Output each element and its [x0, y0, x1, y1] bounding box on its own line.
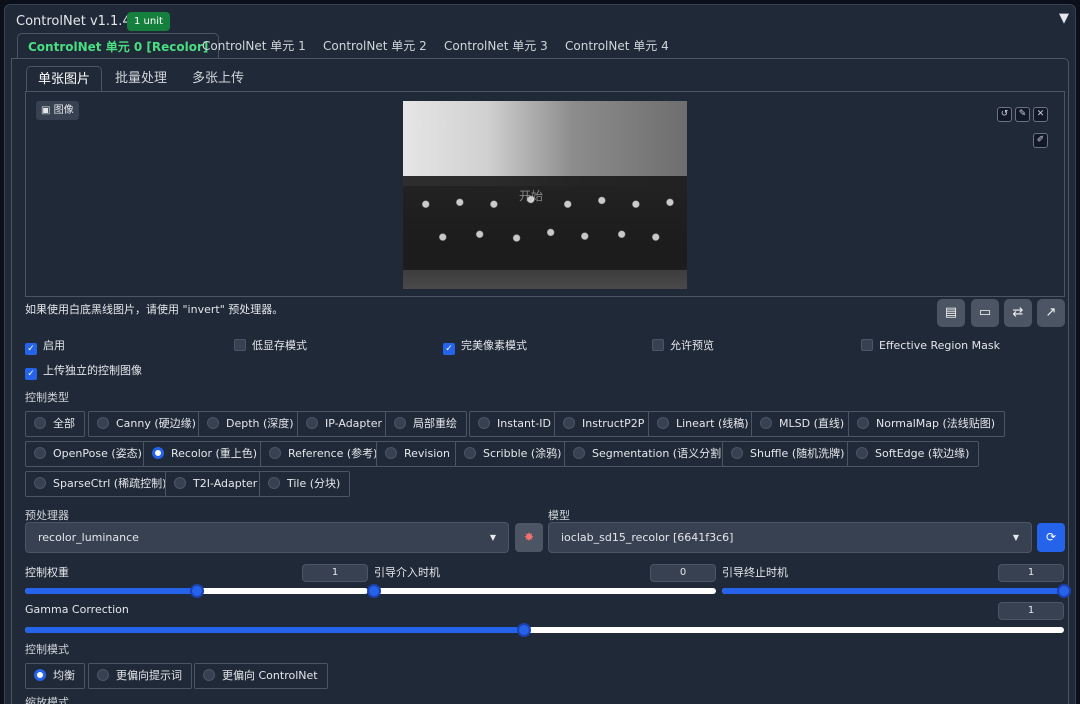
end-input[interactable]: 1 [998, 564, 1064, 582]
control-type-option[interactable]: Tile (分块) [259, 471, 351, 497]
start-slider[interactable] [367, 584, 716, 598]
weight-slider[interactable] [25, 584, 368, 598]
tab-unit-3[interactable]: ControlNet 单元 3 [444, 33, 548, 59]
swap-icon[interactable]: ⇄ [1004, 299, 1032, 327]
pixel-perfect-checkbox[interactable]: ✓ 完美像素模式 [443, 339, 527, 355]
control-type-label: 控制类型 [25, 391, 69, 404]
lowvram-checkbox[interactable]: 低显存模式 [234, 339, 307, 353]
weight-slider-thumb[interactable] [189, 584, 204, 598]
weight-label: 控制权重 [25, 566, 69, 579]
run-preprocessor-icon[interactable]: ✸ [515, 523, 543, 552]
end-slider-fill [722, 588, 1064, 594]
control-type-option-selected[interactable]: Recolor (重上色) [143, 441, 268, 467]
control-type-option[interactable]: Reference (参考) [260, 441, 388, 467]
end-slider-thumb[interactable] [1057, 584, 1071, 598]
document-icon[interactable]: ▤ [937, 299, 965, 327]
control-type-option[interactable]: Canny (硬边缘) [88, 411, 206, 437]
image-label: ▣ 图像 [36, 101, 79, 120]
image-icon: ▣ [41, 105, 54, 116]
tab-multi-upload[interactable]: 多张上传 [192, 66, 244, 92]
preprocessor-dropdown[interactable]: recolor_luminance ▼ [25, 522, 509, 553]
unit-count-badge: 1 unit [127, 12, 170, 31]
control-type-option[interactable]: MLSD (直线) [751, 411, 855, 437]
close-icon[interactable]: ✕ [1033, 107, 1048, 122]
model-label: 模型 [548, 509, 570, 522]
control-type-option[interactable]: Revision [376, 441, 460, 467]
model-dropdown[interactable]: ioclab_sd15_recolor [6641f3c6] ▼ [548, 522, 1032, 553]
check-icon: ✓ [25, 368, 37, 380]
resize-mode-label: 缩放模式 [25, 696, 69, 704]
control-type-option[interactable]: SoftEdge (软边缘) [847, 441, 980, 467]
start-input[interactable]: 0 [650, 564, 716, 582]
undo-icon[interactable]: ↺ [997, 107, 1012, 122]
gamma-label: Gamma Correction [25, 603, 129, 616]
gamma-slider-fill [25, 627, 524, 633]
end-label: 引导终止时机 [722, 566, 788, 579]
radio-selected-icon [152, 447, 164, 459]
control-type-option[interactable]: Segmentation (语义分割) [564, 441, 736, 467]
check-icon: ✓ [443, 343, 455, 355]
image-upload-area[interactable]: ▣ 图像 开始 ↺ ✎ ✕ ✐ [25, 91, 1065, 297]
tab-batch[interactable]: 批量处理 [115, 66, 167, 92]
control-mode-prompt[interactable]: 更偏向提示词 [88, 663, 192, 689]
edit-icon[interactable]: ✐ [1033, 133, 1048, 148]
brush-icon[interactable]: ✎ [1015, 107, 1030, 122]
chevron-down-icon: ▼ [1012, 533, 1019, 542]
tab-unit-1[interactable]: ControlNet 单元 1 [202, 33, 306, 59]
control-type-option[interactable]: OpenPose (姿态) [25, 441, 152, 467]
camera-icon[interactable]: ▭ [971, 299, 999, 327]
control-type-option[interactable]: Depth (深度) [198, 411, 304, 437]
tab-unit-4[interactable]: ControlNet 单元 4 [565, 33, 669, 59]
photo-overlay-text: 开始 [519, 189, 544, 203]
radio-selected-icon [34, 669, 46, 681]
control-type-option[interactable]: 局部重绘 [385, 411, 467, 437]
tab-unit-2[interactable]: ControlNet 单元 2 [323, 33, 427, 59]
control-type-option[interactable]: SparseCtrl (稀疏控制) [25, 471, 177, 497]
send-icon[interactable]: ↗ [1037, 299, 1065, 327]
control-type-option[interactable]: Instant-ID [469, 411, 561, 437]
control-type-option[interactable]: Shuffle (随机洗牌) [722, 441, 855, 467]
refresh-icon[interactable]: ⟳ [1037, 523, 1065, 552]
photo-building [403, 101, 687, 186]
control-type-option[interactable]: NormalMap (法线贴图) [848, 411, 1006, 437]
collapse-icon[interactable]: ▼ [1059, 11, 1069, 26]
control-type-option[interactable]: Scribble (涂鸦) [455, 441, 572, 467]
tab-unit-0[interactable]: ControlNet 单元 0 [Recolor] [17, 33, 220, 59]
gamma-slider-thumb[interactable] [516, 623, 531, 637]
tab-single-image[interactable]: 单张图片 [26, 66, 103, 92]
photo-group [403, 176, 687, 271]
gamma-slider[interactable] [25, 623, 1064, 637]
allow-preview-checkbox[interactable]: 允许预览 [652, 339, 714, 353]
control-type-option[interactable]: T2I-Adapter [165, 471, 268, 497]
preprocessor-label: 预处理器 [25, 509, 69, 522]
weight-input[interactable]: 1 [302, 564, 368, 582]
check-icon: ✓ [25, 343, 37, 355]
control-type-option[interactable]: Lineart (线稿) [648, 411, 759, 437]
uploaded-photo: 开始 [403, 101, 687, 289]
chevron-down-icon: ▼ [489, 533, 496, 542]
end-slider[interactable] [722, 584, 1071, 598]
control-mode-label: 控制模式 [25, 643, 69, 656]
control-mode-controlnet[interactable]: 更偏向 ControlNet [194, 663, 328, 689]
control-type-option[interactable]: 全部 [25, 411, 85, 437]
weight-slider-fill [25, 588, 197, 594]
upload-independent-checkbox[interactable]: ✓ 上传独立的控制图像 [25, 364, 142, 380]
invert-hint: 如果使用白底黑线图片，请使用 "invert" 预处理器。 [25, 303, 284, 316]
control-type-option[interactable]: IP-Adapter [297, 411, 393, 437]
enable-checkbox[interactable]: ✓ 启用 [25, 339, 65, 355]
control-mode-balanced[interactable]: 均衡 [25, 663, 85, 689]
start-slider-thumb[interactable] [367, 584, 381, 598]
control-type-option[interactable]: InstructP2P [554, 411, 655, 437]
start-label: 引导介入时机 [374, 566, 440, 579]
effective-mask-checkbox[interactable]: Effective Region Mask [861, 339, 1000, 353]
gamma-input[interactable]: 1 [998, 602, 1064, 620]
